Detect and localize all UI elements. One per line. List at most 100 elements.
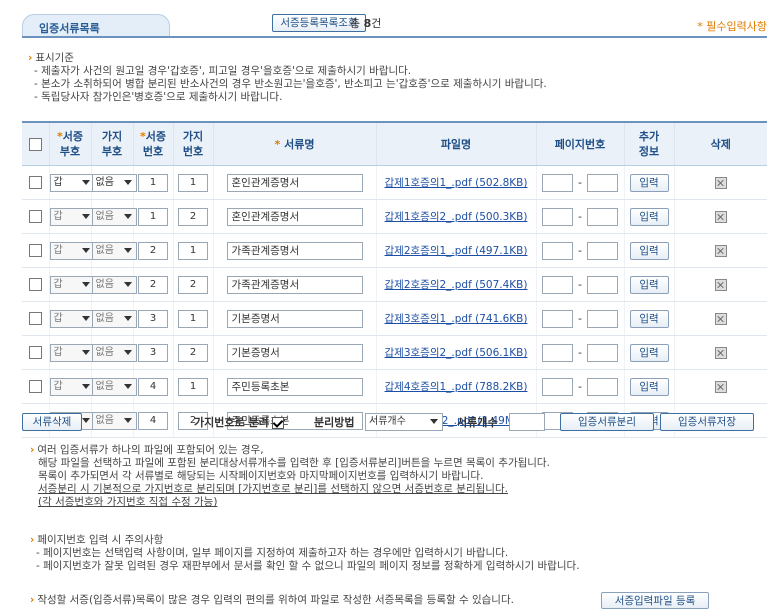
delete-row-icon[interactable] [714,177,727,189]
extra-info-input-button[interactable]: 입력 [629,275,669,294]
branch-no-input[interactable]: 2 [178,343,208,362]
delete-docs-button[interactable]: 서류삭제 [22,413,82,431]
branch-type-select[interactable]: 없음 [91,377,137,396]
branch-type-select[interactable]: 없음 [91,207,137,226]
end-page-input[interactable] [587,275,618,294]
doc-name-input[interactable]: 가족관계증명서 [226,241,363,260]
delete-row-icon[interactable] [714,245,727,257]
evid-no-input[interactable]: 2 [138,241,168,260]
header-delete: 삭제 [673,121,767,166]
extra-info-input-button[interactable]: 입력 [629,241,669,260]
branch-type-select[interactable]: 없음 [91,411,137,430]
evid-no-input[interactable]: 3 [138,309,168,328]
row-checkbox[interactable] [28,312,42,326]
start-page-input[interactable] [542,343,573,362]
file-link[interactable]: 갑제1호증의2_.pdf (500.3KB) [385,211,528,223]
extra-info-input-button[interactable]: 입력 [629,207,669,226]
delete-row-icon[interactable] [714,313,727,325]
file-link[interactable]: 갑제1호증의1_.pdf (502.8KB) [385,177,528,189]
evid-type-select[interactable]: 갑 [49,173,95,192]
header-extra-info: 추가 정보 [623,121,674,166]
delete-row-icon[interactable] [714,279,727,291]
evid-type-select[interactable]: 갑 [49,309,95,328]
extra-info-input-button[interactable]: 입력 [629,173,669,192]
save-evidence-button[interactable]: 입증서류저장 [660,413,754,431]
extra-info-input-button[interactable]: 입력 [629,309,669,328]
start-page-input[interactable] [542,207,573,226]
register-evidence-file-button[interactable]: 서증입력파일 등록 [601,592,709,609]
start-page-input[interactable] [542,377,573,396]
branch-type-select[interactable]: 없음 [91,309,137,328]
doc-name-input[interactable]: 기본증명서 [226,309,363,328]
file-link[interactable]: 갑제2호증의2_.pdf (507.4KB) [385,279,528,291]
row-checkbox[interactable] [28,176,42,190]
branch-no-input[interactable]: 2 [178,207,208,226]
file-name-cell: 갑제2호증의1_.pdf (497.1KB) [375,233,536,268]
split-evidence-button[interactable]: 입증서류분리 [560,413,654,431]
file-link[interactable]: 갑제3호증의1_.pdf (741.6KB) [385,313,528,325]
end-page-input[interactable] [587,241,618,260]
row-checkbox[interactable] [28,278,42,292]
evid-type-select[interactable]: 갑 [49,377,95,396]
start-page-input[interactable] [542,275,573,294]
evid-no-input[interactable]: 1 [138,173,168,192]
doc-name-input[interactable]: 기본증명서 [226,343,363,362]
evid-no-input[interactable]: 4 [138,377,168,396]
branch-no-input[interactable]: 1 [178,309,208,328]
doc-name-input[interactable]: 혼인관계증명서 [226,173,363,192]
table-header-row: *서증 부호 가지 부호 *서증 번호 가지 번호 * 서류명 파일명 페이지번호 추가… [22,121,767,166]
branch-type-select[interactable]: 없음 [91,275,137,294]
evid-type-select[interactable]: 갑 [49,275,95,294]
end-page-input[interactable] [587,343,618,362]
extra-info-input-button[interactable]: 입력 [629,377,669,396]
file-link[interactable]: 갑제3호증의2_.pdf (506.1KB) [385,347,528,359]
file-link[interactable]: 갑제2호증의1_.pdf (497.1KB) [385,245,528,257]
branch-type-select[interactable]: 없음 [91,343,137,362]
file-link[interactable]: 갑제4호증의1_.pdf (788.2KB) [385,381,528,393]
start-page-input[interactable] [542,309,573,328]
evid-no-input[interactable]: 1 [138,207,168,226]
split-notes: › 여러 입증서류가 하나의 파일에 포함되어 있는 경우, 해당 파일을 선택하… [30,444,550,509]
branch-type-cell: 없음 [90,267,137,302]
doc-count-input[interactable] [509,413,545,431]
start-page-input[interactable] [542,173,573,192]
evid-no-input[interactable]: 4 [138,411,168,430]
page-no-cell: - [535,233,624,268]
branch-type-select[interactable]: 없음 [91,241,137,260]
select-all-checkbox[interactable] [28,138,42,151]
row-checkbox[interactable] [28,210,42,224]
end-page-input[interactable] [587,309,618,328]
doc-name-input[interactable]: 가족관계증명서 [226,275,363,294]
page-no-cell: - [535,335,624,370]
row-checkbox[interactable] [28,346,42,360]
branch-no-input[interactable]: 1 [178,241,208,260]
branch-type-select[interactable]: 없음 [91,173,137,192]
evid-type-select[interactable]: 갑 [49,207,95,226]
evid-no-input[interactable]: 3 [138,343,168,362]
extra-info-input-button[interactable]: 입력 [629,343,669,362]
delete-row-icon[interactable] [714,211,727,223]
split-method-select[interactable]: 서류개수 [365,413,443,431]
split-by-branch-checkbox[interactable] [272,417,285,429]
delete-row-icon[interactable] [714,381,727,393]
page-no-cell: - [535,369,624,404]
evid-no-input[interactable]: 2 [138,275,168,294]
branch-no-input[interactable]: 1 [178,377,208,396]
evid-type-select[interactable]: 갑 [49,343,95,362]
start-page-input[interactable] [542,241,573,260]
doc-name-input[interactable]: 주민등록초본 [226,377,363,396]
doc-name-input[interactable]: 혼인관계증명서 [226,207,363,226]
tab-evidence-list[interactable]: 입증서류목록 [22,14,170,37]
end-page-input[interactable] [587,377,618,396]
row-checkbox[interactable] [28,380,42,394]
branch-no-input[interactable]: 1 [178,173,208,192]
row-checkbox[interactable] [28,244,42,258]
delete-row-icon[interactable] [714,347,727,359]
evid-type-select[interactable]: 갑 [49,241,95,260]
end-page-input[interactable] [587,207,618,226]
evid-no-cell: 2 [132,267,173,302]
file-name-cell: 갑제4호증의1_.pdf (788.2KB) [375,369,536,404]
page-notes-title-text: 페이지번호 입력 시 주의사항 [37,534,164,546]
end-page-input[interactable] [587,173,618,192]
branch-no-input[interactable]: 2 [178,275,208,294]
